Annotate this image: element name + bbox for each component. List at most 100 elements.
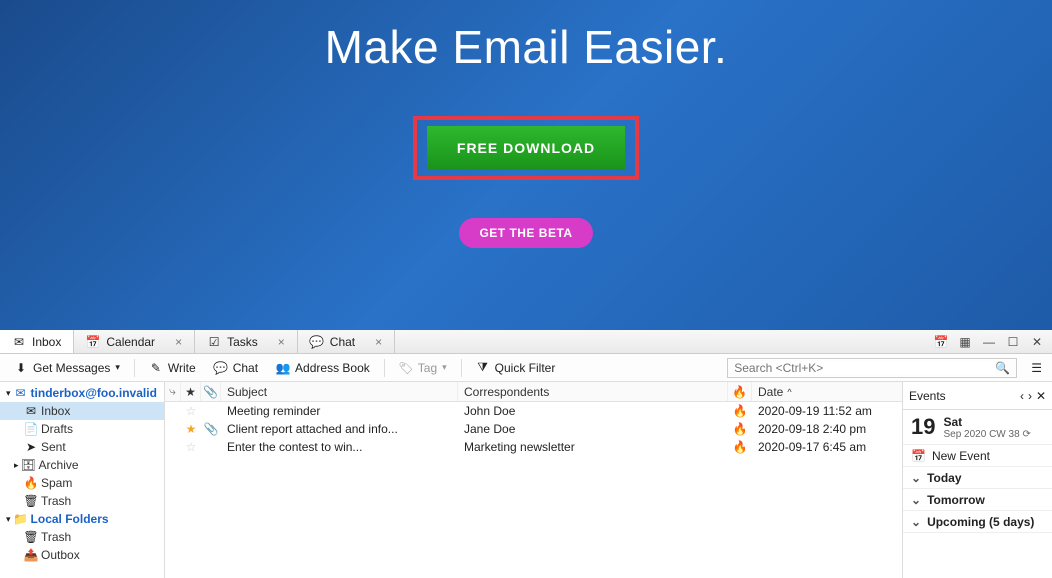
- message-subject: Enter the contest to win...: [221, 438, 458, 456]
- message-correspondent: Jane Doe: [458, 420, 728, 438]
- message-row[interactable]: ☆Meeting reminderJohn Doe🔥2020-09-19 11:…: [165, 402, 902, 420]
- close-icon[interactable]: ×: [175, 335, 182, 349]
- thread-column[interactable]: ⤷: [165, 382, 181, 401]
- quick-filter-button[interactable]: ⧩ Quick Filter: [468, 357, 564, 378]
- star-column[interactable]: ★: [181, 382, 201, 401]
- tab-chat[interactable]: 💬 Chat ×: [298, 330, 395, 353]
- tab-bar: ✉ Inbox 📅 Calendar × ☑ Tasks × 💬 Chat × …: [0, 330, 1052, 354]
- folder-archive[interactable]: ▸ 🗄 Archive: [0, 456, 164, 474]
- message-date: 2020-09-19 11:52 am: [752, 402, 902, 420]
- attachment-column[interactable]: 📎: [201, 382, 221, 401]
- folder-sent[interactable]: ➤ Sent: [0, 438, 164, 456]
- address-book-icon: 👥: [276, 361, 290, 375]
- menu-button[interactable]: ☰: [1027, 357, 1046, 379]
- tab-calendar[interactable]: 📅 Calendar ×: [74, 330, 195, 353]
- chevron-down-icon: ⌄: [911, 515, 921, 529]
- chevron-down-icon: ▾: [115, 362, 120, 373]
- button-label: Address Book: [295, 361, 370, 375]
- calendar-icon: 📅: [86, 335, 100, 349]
- chat-button[interactable]: 💬 Chat: [206, 358, 266, 378]
- free-download-button[interactable]: FREE DOWNLOAD: [427, 126, 625, 170]
- trash-icon: 🗑: [24, 530, 38, 544]
- events-close-button[interactable]: ✕: [1036, 389, 1046, 403]
- message-correspondent: Marketing newsletter: [458, 438, 728, 456]
- toolbar: ⬇ Get Messages ▾ ✎ Write 💬 Chat 👥 Addres…: [0, 354, 1052, 382]
- folder-trash[interactable]: 🗑 Trash: [0, 492, 164, 510]
- tag-button[interactable]: 🏷 Tag ▾: [391, 358, 455, 378]
- message-row[interactable]: ☆ Enter the contest to win...Marketing ne…: [165, 438, 902, 456]
- get-beta-button[interactable]: GET THE BETA: [459, 218, 592, 248]
- tag-icon: 🏷: [399, 361, 413, 375]
- close-icon[interactable]: ×: [278, 335, 285, 349]
- calendar-pane-icon[interactable]: 📅: [934, 335, 948, 349]
- priority-column[interactable]: 🔥: [728, 382, 752, 401]
- message-subject: Client report attached and info...: [221, 420, 458, 438]
- message-subject: Meeting reminder: [221, 402, 458, 420]
- events-section-upcoming[interactable]: ⌄ Upcoming (5 days): [903, 511, 1052, 533]
- tab-label: Chat: [330, 335, 355, 349]
- search-box[interactable]: 🔍: [727, 358, 1017, 378]
- correspondents-column[interactable]: Correspondents: [458, 382, 728, 401]
- search-icon: 🔍: [995, 361, 1010, 375]
- archive-icon: 🗄: [22, 458, 36, 472]
- button-label: Get Messages: [33, 361, 110, 375]
- folder-inbox[interactable]: ✉ Inbox: [0, 402, 164, 420]
- window-minimize-icon[interactable]: —: [982, 335, 996, 349]
- date-column[interactable]: Date ^: [752, 382, 902, 401]
- pencil-icon: ✎: [149, 361, 163, 375]
- priority-icon: 🔥: [733, 404, 748, 418]
- message-date: 2020-09-18 2:40 pm: [752, 420, 902, 438]
- attachment-icon: 📎: [204, 422, 219, 436]
- local-folders-label: Local Folders: [31, 512, 109, 526]
- events-prev-button[interactable]: ‹: [1020, 389, 1024, 403]
- tasks-pane-icon[interactable]: ▦: [958, 335, 972, 349]
- tab-label: Calendar: [106, 335, 155, 349]
- trash-icon: 🗑: [24, 494, 38, 508]
- download-highlight-box: FREE DOWNLOAD: [413, 116, 639, 180]
- sort-asc-icon: ^: [787, 387, 791, 397]
- chevron-down-icon: ▾: [442, 362, 447, 373]
- calendar-add-icon: 📅: [911, 449, 926, 463]
- search-input[interactable]: [734, 361, 995, 375]
- events-current-date: 19 Sat Sep 2020 CW 38 ⟳: [903, 410, 1052, 445]
- message-row[interactable]: ★ 📎Client report attached and info...Jane…: [165, 420, 902, 438]
- window-close-icon[interactable]: ✕: [1030, 335, 1044, 349]
- tasks-icon: ☑: [207, 335, 221, 349]
- star-icon[interactable]: ☆: [186, 404, 197, 418]
- separator: [461, 359, 462, 377]
- folder-local-trash[interactable]: 🗑 Trash: [0, 528, 164, 546]
- new-event-button[interactable]: 📅 New Event: [903, 445, 1052, 467]
- subject-column[interactable]: Subject: [221, 382, 458, 401]
- button-label: Tag: [418, 361, 437, 375]
- mail-icon: ✉: [12, 335, 26, 349]
- folder-drafts[interactable]: 📄 Drafts: [0, 420, 164, 438]
- star-icon[interactable]: ★: [186, 422, 197, 436]
- separator: [384, 359, 385, 377]
- folder-icon: 📁: [14, 512, 28, 526]
- events-next-button[interactable]: ›: [1028, 389, 1032, 403]
- local-folders-row[interactable]: ▾ 📁 Local Folders: [0, 510, 164, 528]
- events-section-tomorrow[interactable]: ⌄ Tomorrow: [903, 489, 1052, 511]
- tab-tasks[interactable]: ☑ Tasks ×: [195, 330, 298, 353]
- spam-icon: 🔥: [24, 476, 38, 490]
- close-icon[interactable]: ×: [375, 335, 382, 349]
- events-section-today[interactable]: ⌄ Today: [903, 467, 1052, 489]
- chevron-down-icon: ⌄: [911, 493, 921, 507]
- sent-icon: ➤: [24, 440, 38, 454]
- window-maximize-icon[interactable]: ☐: [1006, 335, 1020, 349]
- get-messages-button[interactable]: ⬇ Get Messages ▾: [6, 358, 128, 378]
- address-book-button[interactable]: 👥 Address Book: [268, 358, 378, 378]
- star-icon[interactable]: ☆: [186, 440, 197, 454]
- chevron-down-icon: ▾: [6, 514, 11, 525]
- tab-inbox[interactable]: ✉ Inbox: [0, 330, 74, 353]
- refresh-icon[interactable]: ⟳: [1022, 429, 1030, 440]
- separator: [134, 359, 135, 377]
- folder-outbox[interactable]: 📤 Outbox: [0, 546, 164, 564]
- button-label: Chat: [233, 361, 258, 375]
- account-row[interactable]: ▾ ✉ tinderbox@foo.invalid: [0, 384, 164, 402]
- write-button[interactable]: ✎ Write: [141, 358, 204, 378]
- events-day-number: 19: [911, 414, 935, 440]
- chevron-right-icon: ▸: [14, 460, 19, 471]
- column-headers: ⤷ ★ 📎 Subject Correspondents 🔥 Date ^: [165, 382, 902, 402]
- folder-spam[interactable]: 🔥 Spam: [0, 474, 164, 492]
